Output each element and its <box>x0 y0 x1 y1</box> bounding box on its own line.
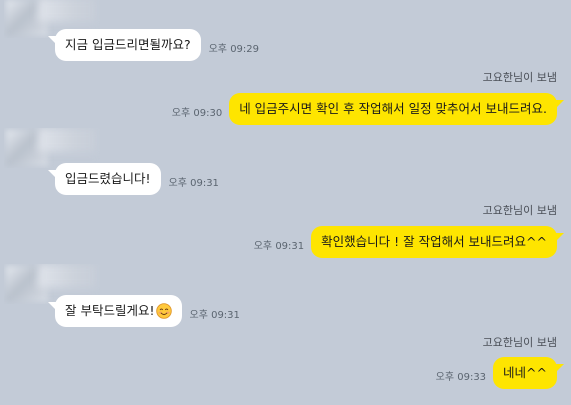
message-time: 오후 09:30 <box>171 108 223 119</box>
message-text: 입금드렸습니다! <box>65 171 151 186</box>
received-message-bubble[interactable]: 잘 부탁드릴게요! <box>48 295 182 327</box>
blurred-sender-name <box>38 0 98 22</box>
message-time: 오후 09:31 <box>168 178 219 189</box>
received-message-bubble[interactable]: 지금 입금드리면될까요? <box>48 29 201 61</box>
message-time: 오후 09:31 <box>189 310 240 321</box>
sent-by-label: 고요한님이 보냄 <box>482 336 557 349</box>
sender-profile-avatar[interactable] <box>4 128 100 168</box>
message-row-received: 지금 입금드리면될까요? 오후 09:29 <box>48 29 260 61</box>
message-time: 오후 09:29 <box>208 44 260 55</box>
message-row-received: 잘 부탁드릴게요! 오후 09:31 <box>48 295 240 327</box>
message-time: 오후 09:31 <box>253 241 305 252</box>
received-message-bubble[interactable]: 입금드렸습니다! <box>48 163 161 195</box>
message-time: 오후 09:33 <box>435 372 487 383</box>
blurred-sender-name <box>38 128 98 152</box>
message-text: 네 입금주시면 확인 후 작업해서 일정 맞추어서 보내드려요. <box>239 101 547 116</box>
sent-message-bubble[interactable]: 네네^^ <box>493 357 564 389</box>
message-text: 확인했습니다 ! 잘 작업해서 보내드려요^^ <box>321 234 547 249</box>
sent-message-bubble[interactable]: 확인했습니다 ! 잘 작업해서 보내드려요^^ <box>311 226 564 258</box>
message-text: 네네^^ <box>503 365 547 380</box>
chat-message-area[interactable]: 지금 입금드리면될까요? 오후 09:29 고요한님이 보냄 오후 09:30 … <box>0 0 571 405</box>
message-row-sent: 오후 09:33 네네^^ <box>435 357 564 389</box>
message-text: 잘 부탁드릴게요! <box>65 303 155 318</box>
blurred-sender-name <box>38 264 98 288</box>
smiling-face-emoji-icon <box>155 303 172 319</box>
message-row-sent: 오후 09:31 확인했습니다 ! 잘 작업해서 보내드려요^^ <box>253 226 564 258</box>
sent-message-bubble[interactable]: 네 입금주시면 확인 후 작업해서 일정 맞추어서 보내드려요. <box>229 93 564 125</box>
sent-by-label: 고요한님이 보냄 <box>482 71 557 84</box>
message-row-sent: 오후 09:30 네 입금주시면 확인 후 작업해서 일정 맞추어서 보내드려요… <box>171 93 564 125</box>
message-text: 지금 입금드리면될까요? <box>65 37 191 52</box>
message-row-received: 입금드렸습니다! 오후 09:31 <box>48 163 219 195</box>
sent-by-label: 고요한님이 보냄 <box>482 204 557 217</box>
